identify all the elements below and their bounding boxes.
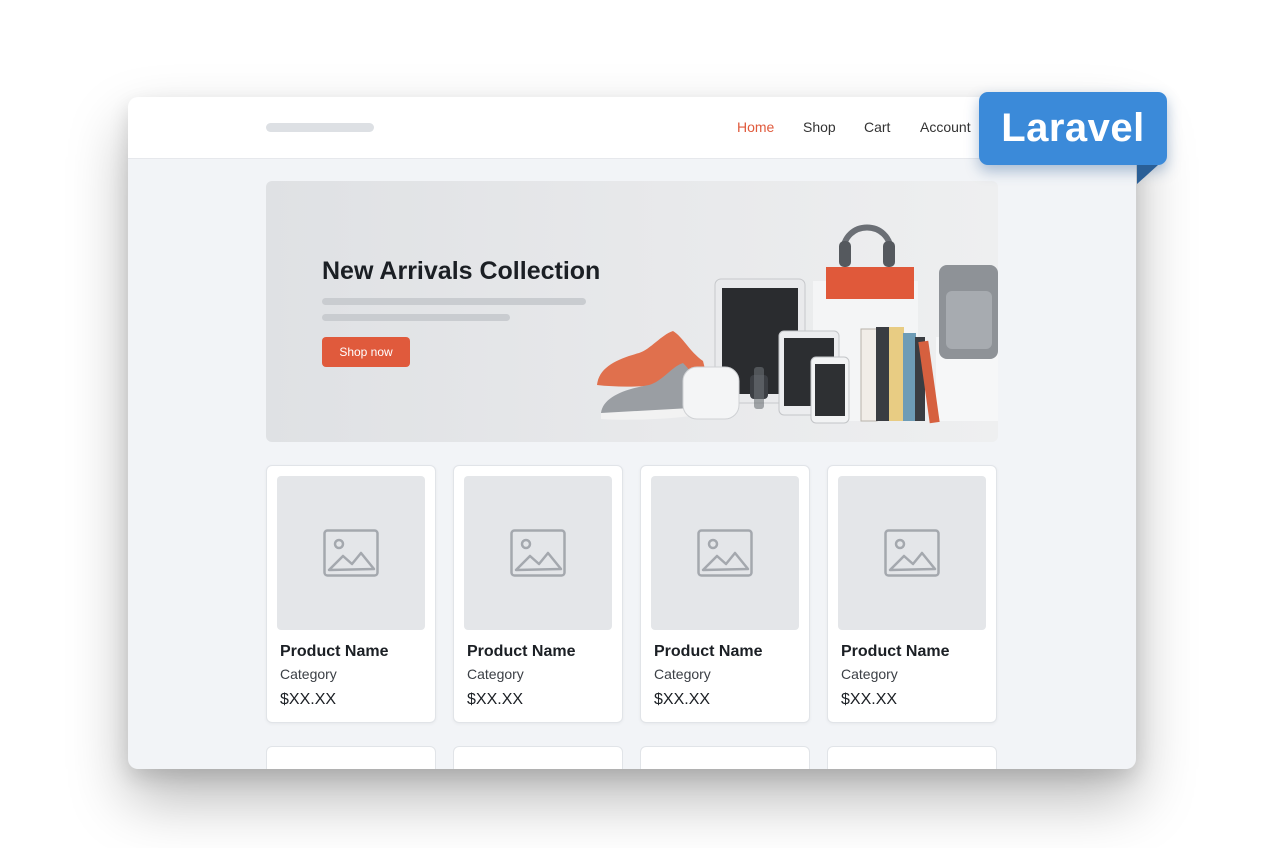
nav-link-shop[interactable]: Shop xyxy=(803,119,836,135)
product-category: Category xyxy=(654,666,711,682)
product-card[interactable]: Product Name Category $XX.XX xyxy=(453,465,623,723)
product-card[interactable] xyxy=(640,746,810,769)
product-card[interactable] xyxy=(453,746,623,769)
product-image xyxy=(838,476,986,630)
product-card[interactable] xyxy=(827,746,997,769)
product-image xyxy=(277,476,425,630)
product-name[interactable]: Product Name xyxy=(841,643,949,661)
hero-banner: New Arrivals Collection Shop now xyxy=(266,181,998,442)
image-placeholder-icon xyxy=(510,529,566,577)
product-price: $XX.XX xyxy=(467,691,524,708)
product-price: $XX.XX xyxy=(654,691,711,708)
product-category: Category xyxy=(280,666,337,682)
laravel-badge: Laravel xyxy=(979,92,1167,165)
product-category: Category xyxy=(467,666,524,682)
product-name[interactable]: Product Name xyxy=(280,643,388,661)
hero-text-placeholder xyxy=(322,314,510,321)
product-collage-image xyxy=(597,224,998,424)
hero-text-placeholder xyxy=(322,298,586,305)
nav-link-cart[interactable]: Cart xyxy=(864,119,890,135)
badge-ribbon-fold xyxy=(1137,165,1158,184)
product-card[interactable]: Product Name Category $XX.XX xyxy=(640,465,810,723)
product-image xyxy=(464,476,612,630)
product-image xyxy=(651,476,799,630)
earbuds-case-icon xyxy=(682,366,740,420)
hero-title: New Arrivals Collection xyxy=(322,257,601,285)
browser-window: Home Shop Cart Account New Arrivals Coll… xyxy=(128,97,1136,769)
product-name[interactable]: Product Name xyxy=(467,643,575,661)
gift-box-icon xyxy=(826,267,914,299)
product-price: $XX.XX xyxy=(280,691,337,708)
image-placeholder-icon xyxy=(323,529,379,577)
image-placeholder-icon xyxy=(697,529,753,577)
shop-now-button[interactable]: Shop now xyxy=(322,337,410,367)
image-placeholder-icon xyxy=(884,529,940,577)
nav-link-home[interactable]: Home xyxy=(737,119,774,135)
product-name[interactable]: Product Name xyxy=(654,643,762,661)
product-card[interactable]: Product Name Category $XX.XX xyxy=(266,465,436,723)
nav-link-account[interactable]: Account xyxy=(920,119,971,135)
product-card[interactable] xyxy=(266,746,436,769)
product-category: Category xyxy=(841,666,898,682)
logo-placeholder[interactable] xyxy=(266,123,374,132)
product-card[interactable]: Product Name Category $XX.XX xyxy=(827,465,997,723)
book-icon xyxy=(860,328,878,422)
product-price: $XX.XX xyxy=(841,691,898,708)
